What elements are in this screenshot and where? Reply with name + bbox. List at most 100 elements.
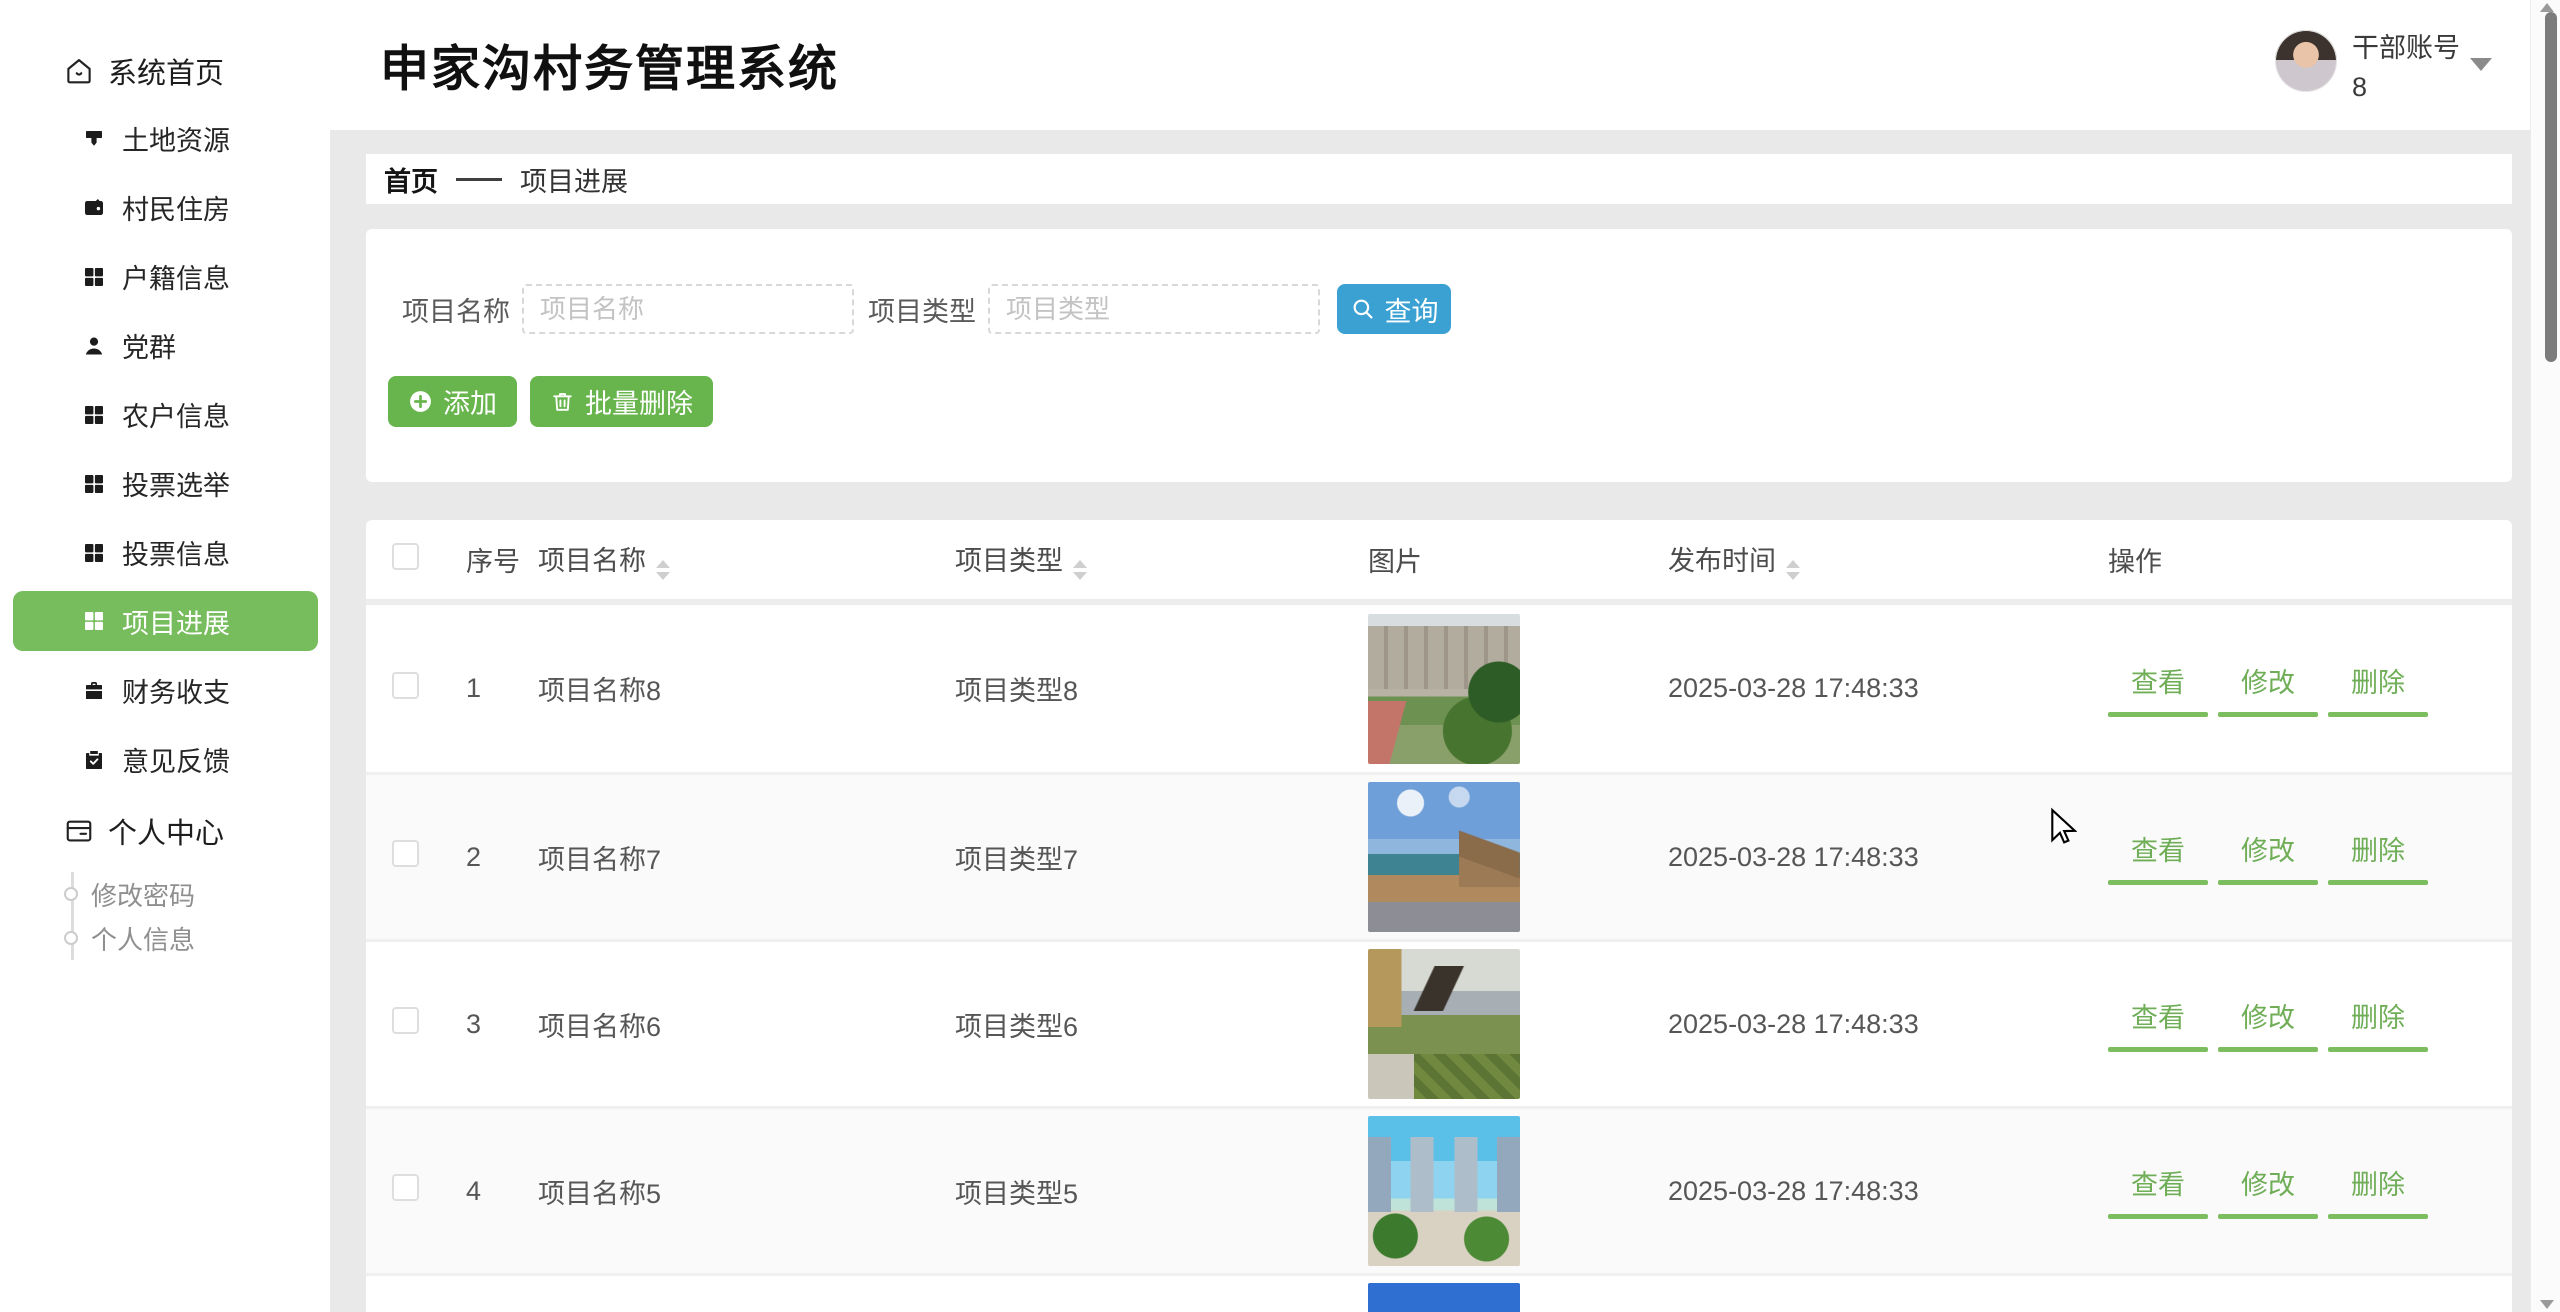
project-name: 项目名称6: [536, 1005, 955, 1044]
personal-subitem-1[interactable]: 修改密码: [91, 872, 330, 916]
view-action[interactable]: 查看: [2108, 829, 2208, 885]
user-menu-caret-icon[interactable]: [2470, 58, 2492, 71]
sidebar-item-label: 投票选举: [122, 464, 230, 503]
batch-delete-button[interactable]: 批量删除: [530, 376, 713, 427]
user-icon: [82, 334, 106, 358]
view-action[interactable]: 查看: [2108, 1163, 2208, 1219]
table-row: 2项目名称7项目类型72025-03-28 17:48:33查看修改删除: [366, 772, 2512, 939]
briefcase-icon: [82, 679, 106, 703]
grid-icon: [82, 403, 106, 427]
sort-type-icon[interactable]: [1073, 560, 1087, 580]
search-form: 项目名称 项目类型 查询: [402, 284, 1451, 334]
grid-icon: [82, 541, 106, 565]
delete-action[interactable]: 删除: [2328, 1163, 2428, 1219]
pin-icon: [82, 127, 106, 151]
search-panel: 项目名称 项目类型 查询 添加 批量删除: [366, 229, 2512, 482]
top-header: 申家沟村务管理系统 干部账号 8: [330, 0, 2560, 130]
sidebar-item-6[interactable]: 投票选举: [0, 449, 330, 518]
user-name: 8: [2352, 72, 2367, 103]
view-action[interactable]: 查看: [2108, 661, 2208, 717]
scrollbar[interactable]: [2530, 0, 2560, 1312]
sidebar-item-label: 土地资源: [122, 119, 230, 158]
breadcrumb-home[interactable]: 首页: [384, 160, 438, 199]
project-name: 项目名称5: [536, 1172, 955, 1211]
table-row: 1项目名称8项目类型82025-03-28 17:48:33查看修改删除: [366, 605, 2512, 772]
header-time: 发布时间: [1668, 546, 1776, 576]
edit-action[interactable]: 修改: [2218, 829, 2318, 885]
sidebar-item-home[interactable]: 系统首页: [0, 46, 330, 96]
delete-action[interactable]: 删除: [2328, 829, 2428, 885]
edit-action[interactable]: 修改: [2218, 661, 2318, 717]
header-image: 图片: [1368, 540, 1668, 579]
sidebar: 系统首页 土地资源村民住房户籍信息党群农户信息投票选举投票信息项目进展财务收支意…: [0, 0, 330, 1312]
grid-icon: [82, 265, 106, 289]
publish-time: 2025-03-28 17:48:33: [1668, 673, 2079, 704]
home-icon: [64, 56, 94, 86]
trash-icon: [550, 389, 575, 414]
project-image: [1368, 782, 1520, 932]
row-checkbox[interactable]: [392, 1007, 419, 1034]
grid-icon: [82, 472, 106, 496]
scroll-up-arrow-icon[interactable]: [2540, 3, 2554, 12]
breadcrumb-current: 项目进展: [520, 160, 628, 199]
header-name: 项目名称: [538, 546, 646, 576]
batch-delete-button-label: 批量删除: [585, 382, 693, 421]
grid-icon: [82, 609, 106, 633]
select-all-checkbox[interactable]: [392, 543, 419, 570]
row-checkbox[interactable]: [392, 840, 419, 867]
publish-time: 2025-03-28 17:48:33: [1668, 1009, 2079, 1040]
delete-action[interactable]: 删除: [2328, 661, 2428, 717]
personal-submenu: 修改密码个人信息: [71, 872, 330, 960]
scroll-down-arrow-icon[interactable]: [2540, 1300, 2554, 1309]
plus-circle-icon: [408, 389, 433, 414]
project-type-label: 项目类型: [868, 290, 976, 329]
sidebar-item-label: 村民住房: [122, 188, 230, 227]
project-type: 项目类型8: [955, 669, 1368, 708]
header-index: 序号: [436, 540, 536, 579]
sidebar-item-1[interactable]: 土地资源: [0, 104, 330, 173]
row-checkbox[interactable]: [392, 672, 419, 699]
personal-subitem-2[interactable]: 个人信息: [91, 916, 330, 960]
sidebar-item-3[interactable]: 户籍信息: [0, 242, 330, 311]
sort-time-icon[interactable]: [1786, 560, 1800, 580]
search-icon: [1350, 296, 1376, 322]
village-admin-app: 申家沟村务管理系统 干部账号 8 系统首页 土地资源村民住房户籍信息党群农户信息…: [0, 0, 2560, 1312]
project-image: [1368, 1116, 1520, 1266]
delete-action[interactable]: 删除: [2328, 996, 2428, 1052]
project-type-input[interactable]: [988, 284, 1320, 334]
publish-time: 2025-03-28 17:48:33: [1668, 1176, 2079, 1207]
row-checkbox[interactable]: [392, 1174, 419, 1201]
sidebar-item-5[interactable]: 农户信息: [0, 380, 330, 449]
sidebar-item-label: 党群: [122, 326, 176, 365]
edit-action[interactable]: 修改: [2218, 996, 2318, 1052]
row-index: 2: [436, 842, 536, 873]
sidebar-item-9[interactable]: 财务收支: [0, 656, 330, 725]
view-action[interactable]: 查看: [2108, 996, 2208, 1052]
id-card-icon: [64, 816, 94, 846]
project-name-input[interactable]: [522, 284, 854, 334]
sidebar-item-4[interactable]: 党群: [0, 311, 330, 380]
avatar[interactable]: [2275, 30, 2337, 92]
table-row: 3项目名称6项目类型62025-03-28 17:48:33查看修改删除: [366, 939, 2512, 1106]
wallet-icon: [82, 196, 106, 220]
sidebar-item-personal-center[interactable]: 个人中心: [0, 806, 330, 856]
scrollbar-thumb[interactable]: [2545, 12, 2557, 362]
project-image: [1368, 614, 1520, 764]
table-body: 1项目名称8项目类型82025-03-28 17:48:33查看修改删除2项目名…: [366, 605, 2512, 1312]
project-type: 项目类型7: [955, 838, 1368, 877]
personal-center-label: 个人中心: [108, 810, 224, 852]
add-button[interactable]: 添加: [388, 376, 517, 427]
project-image: [1368, 949, 1520, 1099]
sidebar-item-8[interactable]: 项目进展: [13, 591, 318, 651]
sidebar-item-2[interactable]: 村民住房: [0, 173, 330, 242]
project-image: [1368, 1283, 1520, 1312]
breadcrumb-separator: [456, 178, 502, 181]
query-button[interactable]: 查询: [1337, 284, 1451, 334]
sidebar-item-label: 户籍信息: [122, 257, 230, 296]
project-name-label: 项目名称: [402, 290, 510, 329]
sidebar-item-label: 项目进展: [122, 602, 230, 641]
sidebar-item-10[interactable]: 意见反馈: [0, 725, 330, 794]
edit-action[interactable]: 修改: [2218, 1163, 2318, 1219]
sort-name-icon[interactable]: [656, 560, 670, 580]
sidebar-item-7[interactable]: 投票信息: [0, 518, 330, 587]
